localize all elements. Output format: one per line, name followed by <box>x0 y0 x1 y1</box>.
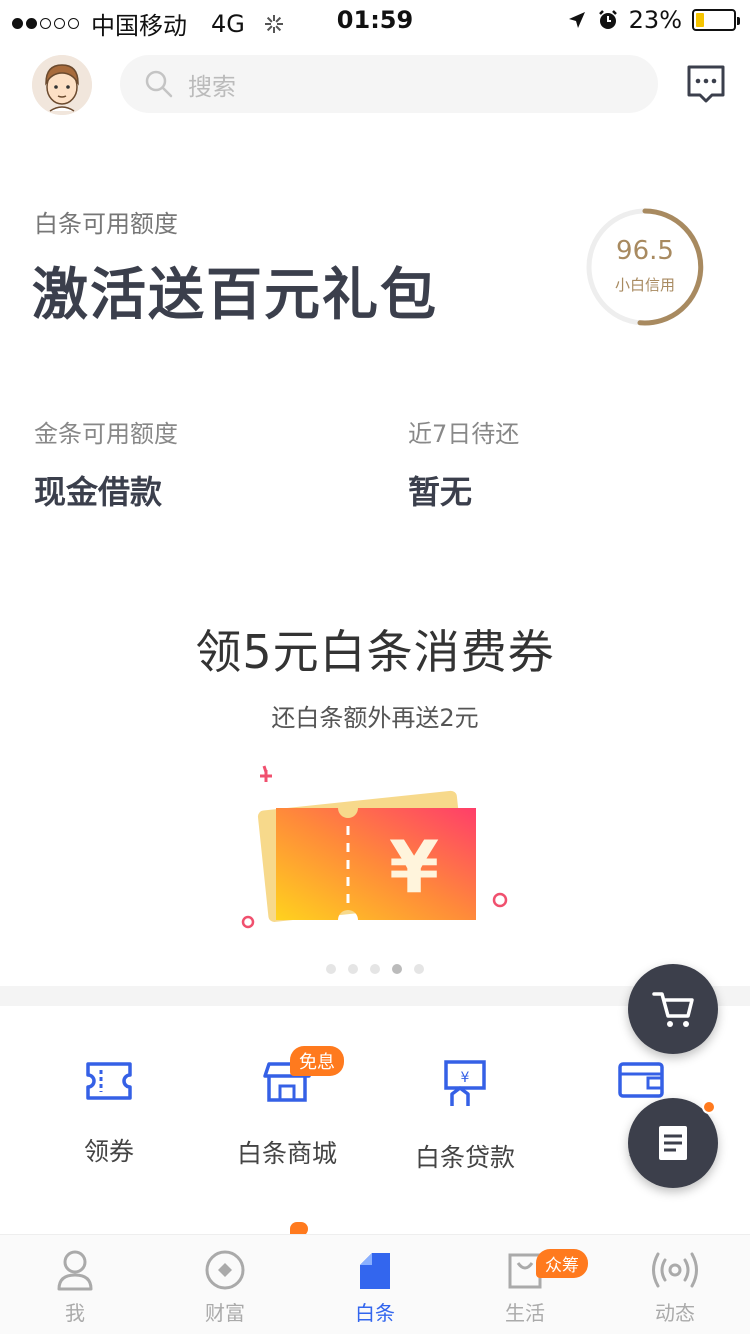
battery-percent: 23% <box>628 6 682 34</box>
tab-me[interactable]: 我 <box>0 1249 150 1326</box>
search-placeholder: 搜索 <box>188 72 236 101</box>
pager-dot[interactable] <box>392 964 402 974</box>
search-bar[interactable]: 搜索 <box>120 55 658 113</box>
grid-item-store[interactable]: 白条商城 <box>202 1060 372 1170</box>
banner-subtitle: 还白条额外再送2元 <box>271 704 479 732</box>
app-page: 中国移动 4G 01:59 23% 搜索 白条可用额度 激活送百元礼包 96.5… <box>0 0 750 1334</box>
tab-baitiao[interactable]: 白条 <box>300 1249 450 1326</box>
jintiao-label: 金条可用额度 <box>34 420 178 448</box>
notification-dot <box>702 1100 716 1114</box>
tab-label: 生活 <box>505 1301 545 1325</box>
tab-bar: 我 财富 白条 生活 众筹 动态 <box>0 1234 750 1334</box>
repay-label: 近7日待还 <box>408 420 520 448</box>
banner-pager <box>326 964 424 974</box>
cart-fab-button[interactable] <box>628 964 718 1054</box>
tab-label: 我 <box>65 1301 85 1325</box>
grid-item-coupon[interactable]: 领券 <box>24 1060 194 1168</box>
pager-dot[interactable] <box>414 964 424 974</box>
battery-icon <box>692 9 740 31</box>
pager-dot[interactable] <box>348 964 358 974</box>
credit-score-label: 小白信用 <box>614 276 675 294</box>
score-ring-icon <box>586 208 704 326</box>
wallet-icon <box>618 1062 664 1098</box>
grid-label: 白条商城 <box>236 1139 337 1168</box>
alarm-clock-icon <box>598 10 617 29</box>
tab-label: 动态 <box>655 1301 695 1325</box>
status-right: 23% <box>567 6 740 34</box>
credit-score-value: 96.5 <box>616 236 674 266</box>
repay-value: 暂无 <box>408 473 473 511</box>
jintiao-block[interactable]: 金条可用额度 现金借款 <box>34 414 178 513</box>
cart-icon <box>652 992 694 1027</box>
tab-feed[interactable]: 动态 <box>600 1249 750 1326</box>
tab-wealth[interactable]: 财富 <box>150 1249 300 1326</box>
location-arrow-icon <box>568 12 585 28</box>
coupon-icon <box>86 1062 132 1100</box>
loan-icon: ¥ <box>444 1060 486 1106</box>
baitiao-credit-label: 白条可用额度 <box>34 210 178 238</box>
person-icon <box>57 1250 93 1291</box>
credit-score-ring[interactable]: 96.5 小白信用 <box>584 206 706 328</box>
pager-dot[interactable] <box>370 964 380 974</box>
search-icon <box>145 70 173 98</box>
pager-dot[interactable] <box>326 964 336 974</box>
tab-label: 财富 <box>205 1301 245 1325</box>
avatar-face-icon <box>32 55 92 115</box>
grid-label: 领券 <box>83 1137 134 1166</box>
coin-icon <box>205 1250 245 1290</box>
grid-label: 白条贷款 <box>414 1143 515 1172</box>
banner-title[interactable]: 领5元白条消费券 <box>0 616 750 682</box>
repay-block[interactable]: 近7日待还 暂无 <box>408 414 519 513</box>
status-bar: 中国移动 4G 01:59 23% <box>0 0 750 40</box>
baitiao-icon <box>360 1253 390 1289</box>
orders-fab-button[interactable] <box>628 1098 718 1188</box>
tab-label: 白条 <box>355 1301 395 1325</box>
grid-item-loan[interactable]: ¥ 白条贷款 <box>380 1060 550 1174</box>
activate-gift-title[interactable]: 激活送百元礼包 <box>32 250 438 331</box>
svg-text:¥: ¥ <box>461 1070 470 1086</box>
crowdfunding-badge: 众筹 <box>536 1249 588 1278</box>
broadcast-icon <box>652 1252 698 1288</box>
avatar[interactable] <box>32 55 92 115</box>
coupon-yuan-symbol: ¥ <box>389 825 439 909</box>
jintiao-value: 现金借款 <box>34 473 163 511</box>
free-interest-badge: 免息 <box>290 1046 344 1076</box>
message-icon[interactable] <box>686 64 726 104</box>
coupon-illustration[interactable]: ¥ <box>236 760 526 940</box>
